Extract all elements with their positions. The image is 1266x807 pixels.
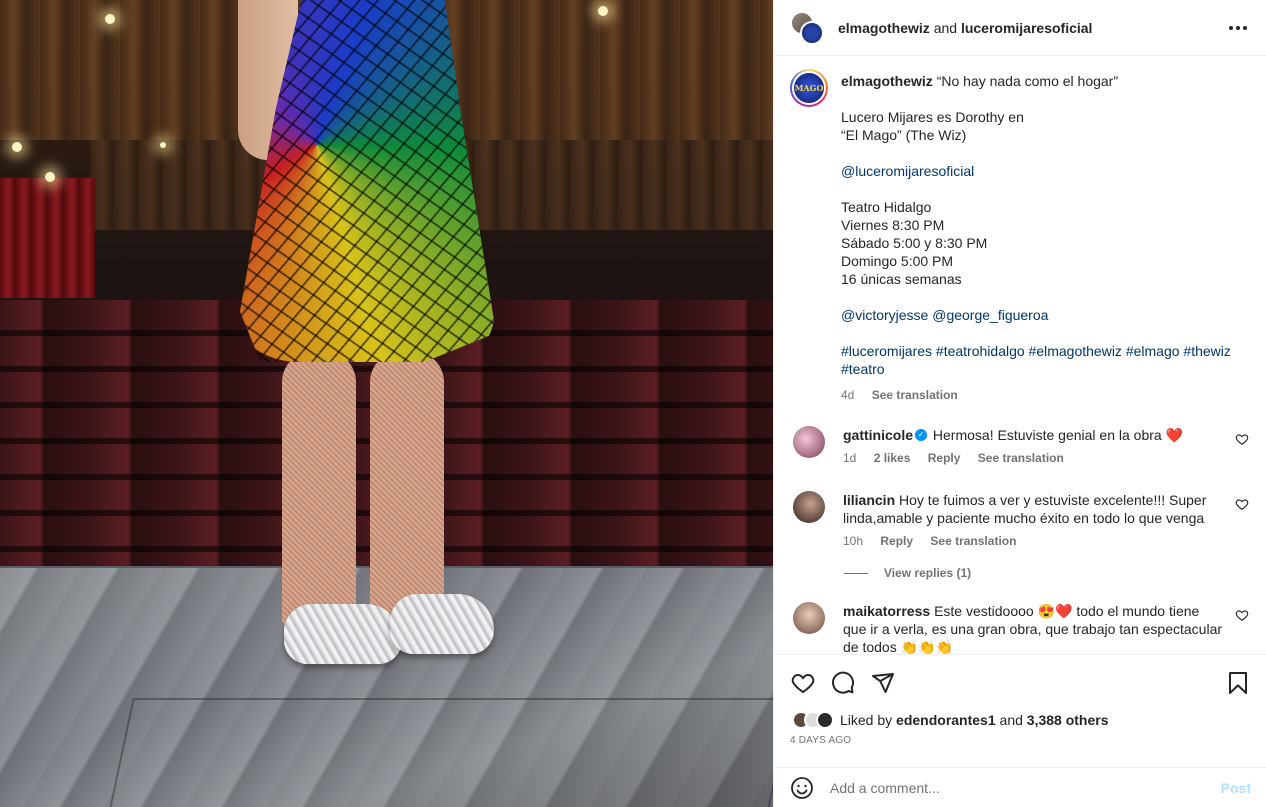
and-text: and [999,712,1023,728]
see-translation-button[interactable]: See translation [930,534,1016,548]
post-header: elmagothewiz and luceromijaresoficial [774,0,1266,56]
like-comment-heart-icon[interactable] [1235,432,1249,446]
comment-text: gattinicole ✓ Hermosa! Estuviste genial e… [843,426,1183,444]
performer-leg-right [370,352,444,632]
post-details-panel: elmagothewiz and luceromijaresoficial MA… [773,0,1266,807]
post-caption: MAGO elmagothewiz “No hay nada como el h… [790,69,1251,404]
ceiling-light [105,14,115,24]
comment-item: gattinicole ✓ Hermosa! Estuviste genial e… [790,426,1251,465]
mention-links[interactable]: @victoryjesse @george_figueroa [841,306,1231,324]
caption-time[interactable]: 4d [841,388,854,402]
comment-time[interactable]: 10h [843,534,863,548]
caption-line: 16 únicas semanas [841,271,962,287]
avatar[interactable] [816,711,834,729]
emoji-icon[interactable] [790,776,814,800]
caption-line: “El Mago” (The Wiz) [841,127,967,143]
ceiling-light [160,142,166,148]
liker-avatars[interactable] [792,711,834,729]
like-comment-heart-icon[interactable] [1235,608,1249,622]
comment-meta: 1d 2 likes Reply See translation [843,451,1183,465]
reply-button[interactable]: Reply [880,534,913,548]
avatar[interactable] [793,491,825,523]
comment-body: Hoy te fuimos a ver y estuviste excelent… [843,492,1207,526]
divider [844,572,868,574]
caption-line [841,90,1231,108]
red-curtain [0,178,95,298]
ceiling-light [598,6,608,16]
comment-username[interactable]: maikatorress [843,603,930,619]
reply-button[interactable]: Reply [928,451,961,465]
liked-by-label: Liked by [840,712,893,728]
comment-text: maikatorress Este vestidoooo 😍❤️ todo el… [843,602,1225,654]
liker-username[interactable]: edendorantes1 [896,712,996,728]
verified-badge-icon: ✓ [915,429,928,442]
author-link[interactable]: elmagothewiz [838,20,930,36]
see-translation-button[interactable]: See translation [978,451,1064,465]
caption-line [841,324,1231,342]
bookmark-icon [1229,672,1247,694]
performer-leg-left [282,352,356,632]
like-comment-heart-icon[interactable] [1235,497,1249,511]
save-button[interactable] [1225,670,1251,696]
post-photo[interactable] [0,0,773,807]
avatar[interactable]: MAGO [790,69,828,107]
comment-likes[interactable]: 2 likes [874,451,911,465]
author-link[interactable]: luceromijaresoficial [961,20,1093,36]
comment-meta: 10h Reply See translation [843,534,1225,548]
ceiling-light [45,172,55,182]
silver-shoe-left [284,604,402,664]
caption-line: Viernes 8:30 PM [841,217,945,233]
comments-scroll-area[interactable]: MAGO elmagothewiz “No hay nada como el h… [774,57,1266,654]
comment-username[interactable]: gattinicole [843,427,913,443]
post-date[interactable]: 4 DAYS AGO [774,729,1266,746]
ceiling-light [12,142,22,152]
comment-item: liliancin Hoy te fuimos a ver y estuvist… [790,491,1251,548]
silver-shoe-right [390,594,494,654]
caption-line: elmagothewiz “No hay nada como el hogar” [841,72,1231,90]
view-replies-button[interactable]: View replies (1) [844,566,1251,580]
post-actions: Liked by edendorantes1 and 3,388 others … [774,654,1266,754]
more-horizontal-icon [1229,26,1247,30]
caption-text: “No hay nada como el hogar” [936,73,1119,89]
post-authors: elmagothewiz and luceromijaresoficial [838,20,1092,36]
mago-logo: MAGO [792,71,826,105]
hashtag-links[interactable]: #teatro [841,360,1231,378]
heart-icon [791,673,815,694]
mention-link[interactable]: @luceromijaresoficial [841,162,1231,180]
avatar[interactable] [793,602,825,634]
caption-line: Sábado 5:00 y 8:30 PM [841,235,988,251]
see-translation-button[interactable]: See translation [872,388,958,402]
like-button[interactable] [790,670,816,696]
hashtag-links[interactable]: #luceromijares #teatrohidalgo #elmagothe… [841,342,1231,360]
stage-trapdoor [107,698,773,807]
caption-line: Domingo 5:00 PM [841,253,954,269]
likes-summary: Liked by edendorantes1 and 3,388 others [774,697,1266,729]
caption-line: Teatro Hidalgo [841,199,932,215]
send-icon [872,673,894,693]
caption-line [841,288,1231,306]
share-button[interactable] [870,670,896,696]
view-replies-label: View replies (1) [884,566,972,580]
comment-text: liliancin Hoy te fuimos a ver y estuvist… [843,491,1225,527]
post-comment-button[interactable]: Post [1221,780,1251,796]
comment-body: Hermosa! Estuviste genial en la obra ❤️ [932,427,1184,443]
caption-meta: 4d See translation [841,386,1231,404]
and-text: and [933,19,958,36]
more-options-button[interactable] [1224,14,1252,42]
caption-username[interactable]: elmagothewiz [841,73,933,89]
caption-line: Lucero Mijares es Dorothy en [841,109,1024,125]
comment-icon [832,671,855,694]
avatar[interactable] [793,426,825,458]
comment-item: maikatorress Este vestidoooo 😍❤️ todo el… [790,602,1251,654]
likes-others-link[interactable]: 3,388 others [1027,712,1109,728]
collab-avatars[interactable] [790,10,824,45]
add-comment-bar: Post [774,767,1266,807]
comment-time[interactable]: 1d [843,451,856,465]
caption-line [841,180,1231,198]
comment-button[interactable] [830,670,856,696]
caption-line [841,144,1231,162]
comment-username[interactable]: liliancin [843,492,895,508]
comment-input[interactable] [830,779,1221,796]
avatar[interactable] [800,20,824,45]
